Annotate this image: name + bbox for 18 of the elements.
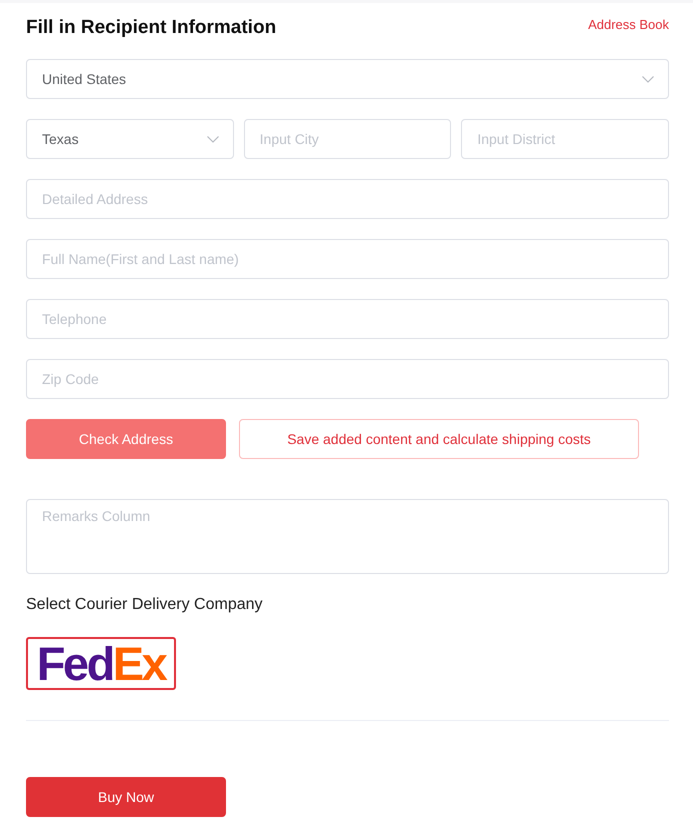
chevron-down-icon <box>206 136 219 142</box>
buy-now-button[interactable]: Buy Now <box>26 777 226 817</box>
address-book-link[interactable]: Address Book <box>588 17 669 33</box>
text-field[interactable]: Zip Code <box>26 359 669 399</box>
courier-option[interactable]: FedEx <box>26 637 176 690</box>
text-field[interactable]: Input District <box>461 119 670 159</box>
select-field[interactable]: Texas <box>26 119 234 159</box>
courier-section-label: Select Courier Delivery Company <box>26 595 264 615</box>
text-field[interactable]: Telephone <box>26 299 669 339</box>
save-calculate-button[interactable]: Save added content and calculate shipping costs <box>239 419 639 459</box>
remarks-field[interactable]: Remarks Column <box>26 499 669 574</box>
text-field[interactable]: Full Name(First and Last name) <box>26 239 669 279</box>
chevron-down-icon <box>642 76 654 82</box>
text-field[interactable]: Input City <box>244 119 452 159</box>
text-field[interactable]: Detailed Address <box>26 179 669 219</box>
check-address-button[interactable]: Check Address <box>26 419 226 459</box>
form-title: Fill in Recipient Information <box>26 16 276 40</box>
select-field[interactable]: United States <box>26 59 669 99</box>
